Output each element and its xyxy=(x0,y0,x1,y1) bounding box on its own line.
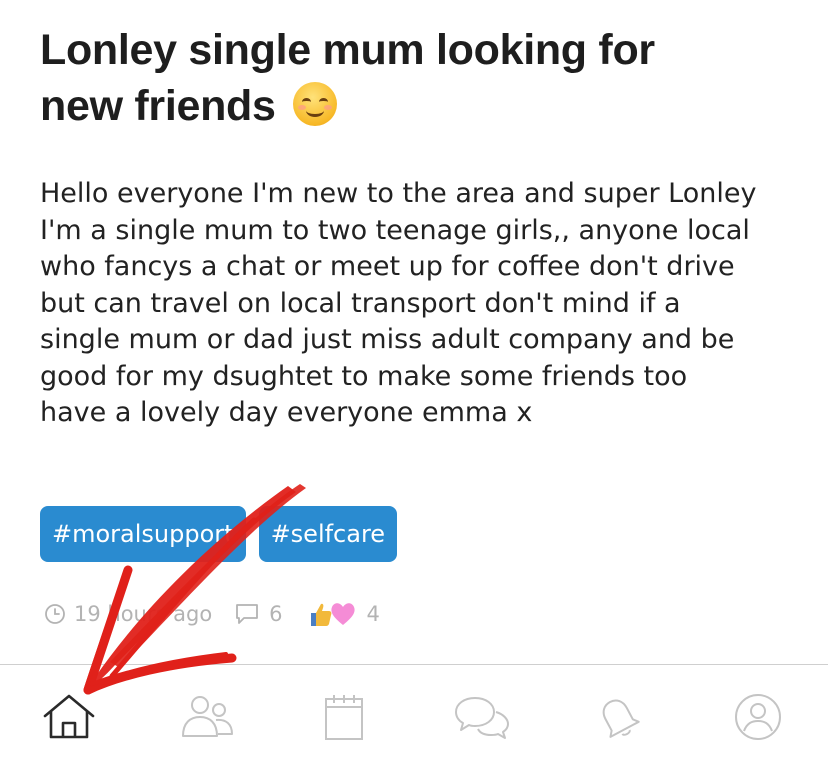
nav-chat[interactable] xyxy=(452,687,512,747)
post-body: Hello everyone I'm new to the area and s… xyxy=(40,176,800,432)
post-body-line: have a lovely day everyone emma x xyxy=(40,397,533,428)
comment-icon xyxy=(236,604,259,624)
comment-count[interactable]: 6 xyxy=(234,602,283,626)
nav-people[interactable] xyxy=(178,687,238,747)
nav-home[interactable] xyxy=(39,687,99,747)
people-icon xyxy=(182,696,233,737)
heart-icon xyxy=(330,603,355,625)
post-body-line: who fancys a chat or meet up for coffee … xyxy=(40,251,735,282)
chat-icon xyxy=(455,697,509,739)
calendar-icon xyxy=(325,695,363,740)
comment-count-text: 6 xyxy=(269,602,283,626)
post-meta: 19 hours ago 6 4 xyxy=(44,600,380,628)
bell-icon xyxy=(602,699,640,738)
tag-list: #moralsupport #selfcare xyxy=(40,506,398,562)
post-body-line: I'm a single mum to two teenage girls,, … xyxy=(40,214,750,246)
post-title-line-1: Lonley single mum looking for xyxy=(40,26,655,74)
post-title: Lonley single mum looking for new friend… xyxy=(40,22,800,134)
nav-profile[interactable] xyxy=(728,687,788,747)
reaction-count-text: 4 xyxy=(366,602,380,626)
bottom-nav xyxy=(0,665,828,779)
post-title-line-2: new friends xyxy=(40,82,276,130)
post-time: 19 hours ago xyxy=(44,602,212,626)
smiling-face-emoji-icon xyxy=(293,82,338,126)
tag-selfcare[interactable]: #selfcare xyxy=(258,506,398,562)
post-body-line: single mum or dad just miss adult compan… xyxy=(40,324,735,355)
profile-icon xyxy=(735,694,781,740)
post-body-line: Hello everyone I'm new to the area and s… xyxy=(40,178,757,209)
post-body-line: but can travel on local transport don't … xyxy=(40,287,681,319)
reactions[interactable]: 4 xyxy=(307,600,380,628)
clock-icon xyxy=(45,604,65,624)
post-body-line: good for my dsughtet to make some friend… xyxy=(40,360,688,392)
tag-moralsupport[interactable]: #moralsupport xyxy=(40,506,246,562)
nav-events[interactable] xyxy=(314,687,374,747)
home-icon xyxy=(43,694,95,739)
nav-notifications[interactable] xyxy=(588,687,648,747)
post-time-text: 19 hours ago xyxy=(74,602,213,626)
